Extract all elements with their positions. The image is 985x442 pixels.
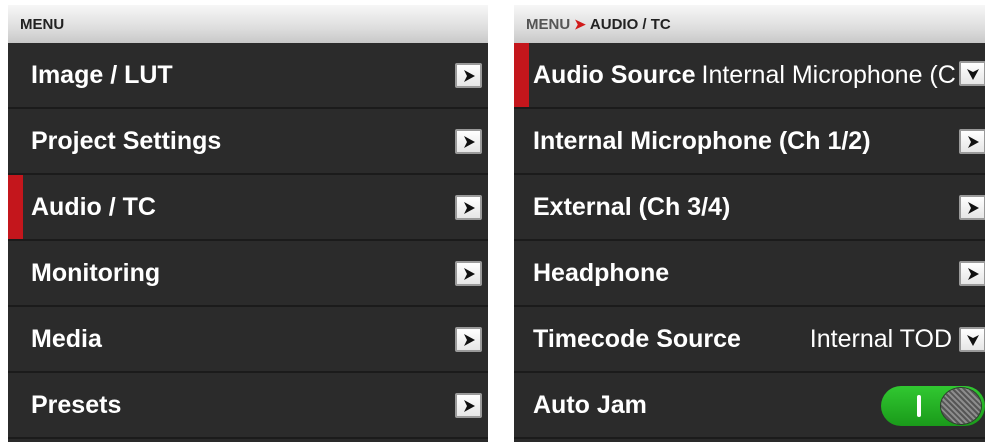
menu-header-title: MENU xyxy=(20,15,65,33)
menu-header: MENU xyxy=(8,5,488,43)
menu-item-label: Project Settings xyxy=(31,126,222,155)
headphone-row[interactable]: Headphone xyxy=(514,241,985,307)
menu-item-label: Monitoring xyxy=(31,258,161,287)
timecode-source-label: Timecode Source xyxy=(533,324,741,353)
chevron-right-icon[interactable] xyxy=(455,393,482,418)
audio-source-label: Audio Source xyxy=(533,60,696,89)
headphone-label: Headphone xyxy=(533,258,670,287)
menu-item-media[interactable]: Media xyxy=(8,307,488,373)
breadcrumb-current: AUDIO / TC xyxy=(589,15,671,33)
audio-tc-panel: MENU ➤ AUDIO / TC Audio Source Internal … xyxy=(514,5,985,442)
chevron-down-icon[interactable] xyxy=(959,327,985,352)
chevron-right-icon[interactable] xyxy=(455,327,482,352)
external-label: External (Ch 3/4) xyxy=(533,192,731,221)
chevron-right-icon[interactable] xyxy=(959,195,985,220)
breadcrumb-separator-icon: ➤ xyxy=(574,15,586,32)
chevron-right-icon[interactable] xyxy=(455,63,482,88)
toggle-knob[interactable] xyxy=(941,388,981,424)
chevron-right-icon[interactable] xyxy=(455,261,482,286)
toggle-on-icon xyxy=(917,395,921,417)
chevron-right-icon[interactable] xyxy=(455,129,482,154)
timecode-source-value[interactable]: Internal TOD xyxy=(810,325,952,354)
breadcrumb-root[interactable]: MENU xyxy=(526,16,570,33)
internal-microphone-row[interactable]: Internal Microphone (Ch 1/2) xyxy=(514,109,985,175)
chevron-down-icon[interactable] xyxy=(959,61,985,86)
main-menu-panel: MENU Image / LUT Project Settings Audio … xyxy=(8,5,488,442)
menu-item-project-settings[interactable]: Project Settings xyxy=(8,109,488,175)
audio-source-value[interactable]: Internal Microphone (C xyxy=(702,61,956,90)
selected-indicator xyxy=(8,175,23,239)
chevron-right-icon[interactable] xyxy=(455,195,482,220)
menu-item-label: Media xyxy=(31,324,102,353)
auto-jam-toggle[interactable] xyxy=(881,386,985,426)
chevron-right-icon[interactable] xyxy=(959,129,985,154)
auto-jam-row[interactable]: Auto Jam xyxy=(514,373,985,439)
menu-item-label: Image / LUT xyxy=(31,60,173,89)
menu-item-image-lut[interactable]: Image / LUT xyxy=(8,43,488,109)
selected-indicator xyxy=(514,43,529,107)
internal-microphone-label: Internal Microphone (Ch 1/2) xyxy=(533,126,871,155)
auto-jam-label: Auto Jam xyxy=(533,390,647,419)
audio-source-row[interactable]: Audio Source Internal Microphone (C xyxy=(514,43,985,109)
menu-item-monitoring[interactable]: Monitoring xyxy=(8,241,488,307)
menu-item-audio-tc[interactable]: Audio / TC xyxy=(8,175,488,241)
menu-item-label: Presets xyxy=(31,390,122,419)
external-row[interactable]: External (Ch 3/4) xyxy=(514,175,985,241)
timecode-source-row[interactable]: Timecode Source Internal TOD xyxy=(514,307,985,373)
menu-item-label: Audio / TC xyxy=(31,192,156,221)
menu-item-presets[interactable]: Presets xyxy=(8,373,488,439)
breadcrumb: MENU ➤ AUDIO / TC xyxy=(514,5,985,43)
chevron-right-icon[interactable] xyxy=(959,261,985,286)
